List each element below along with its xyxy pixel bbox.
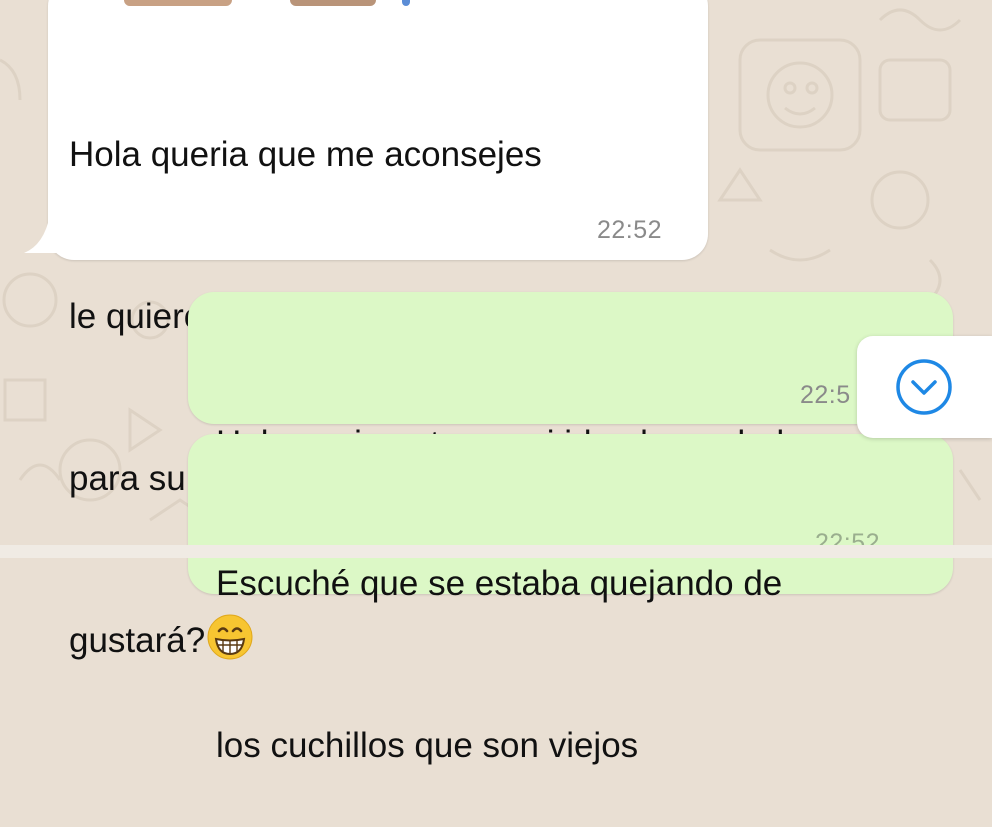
message-line: Hola queria que me aconsejes	[69, 135, 542, 174]
message-line-text: gustará?	[69, 621, 206, 660]
message-timestamp: 22:5	[800, 381, 851, 409]
outgoing-message-text-2: Escuché que se estaba quejando de los cu…	[216, 449, 782, 827]
incoming-bubble-tail	[24, 215, 70, 253]
image-attachment-preview[interactable]	[124, 0, 232, 6]
input-bar-edge	[0, 545, 992, 558]
message-line: Escuché que se estaba quejando de	[216, 564, 783, 603]
image-attachment-tick	[402, 0, 410, 6]
message-line: los cuchillos que son viejos	[216, 726, 639, 765]
scroll-to-bottom-button[interactable]	[857, 336, 992, 438]
chevron-down-icon	[896, 359, 952, 415]
image-attachment-preview-2[interactable]	[290, 0, 376, 6]
message-timestamp: 22:52	[597, 216, 663, 244]
